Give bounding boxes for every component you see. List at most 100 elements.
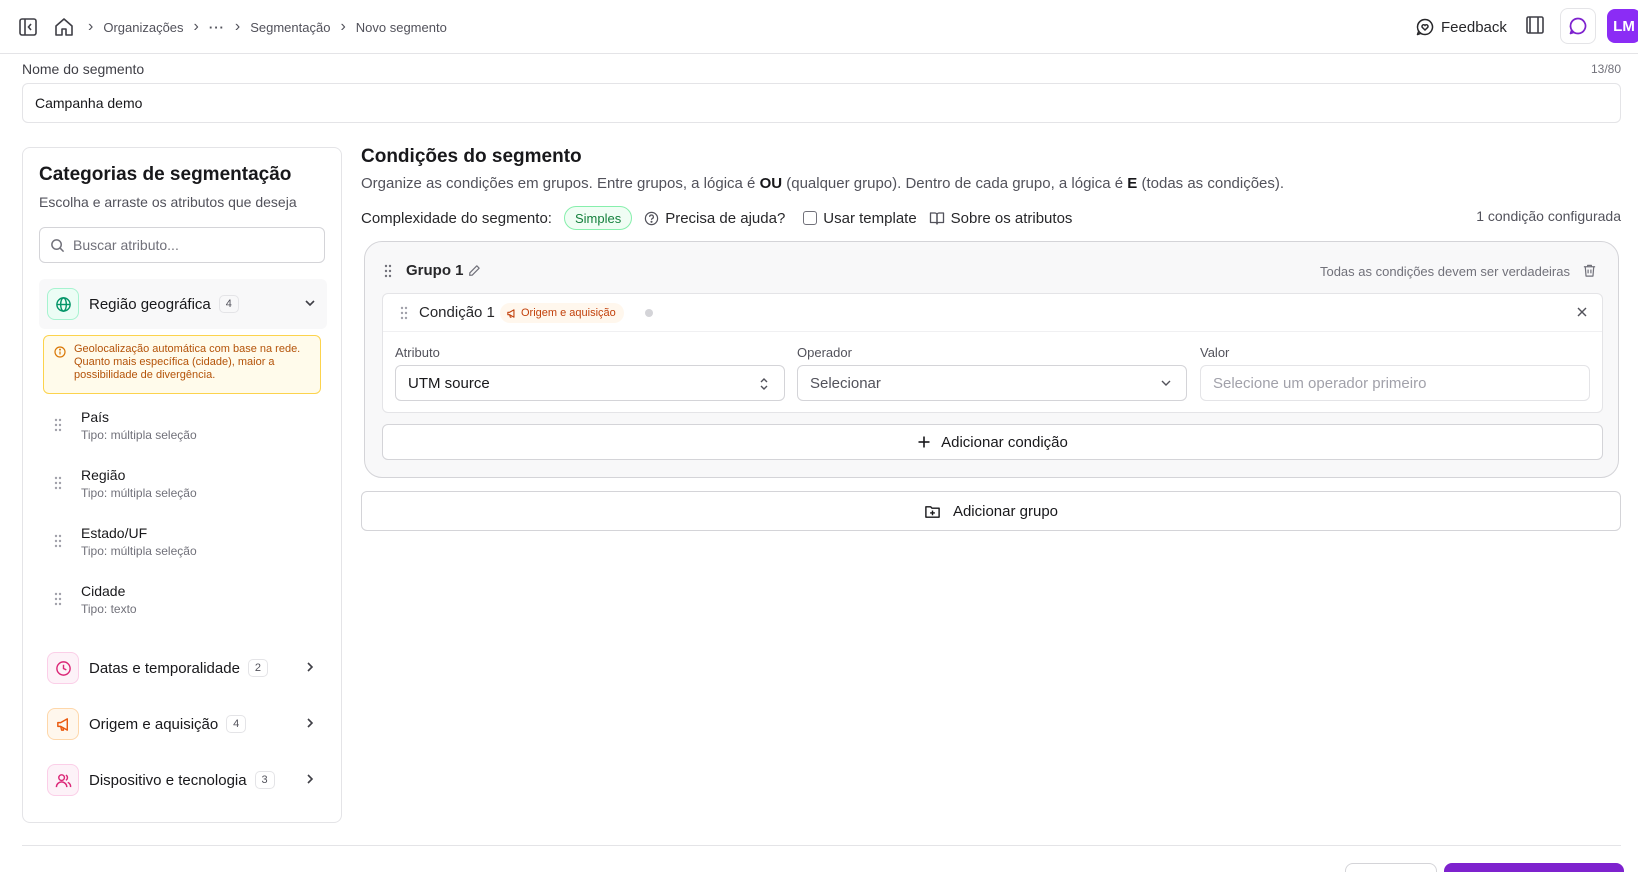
use-template-label: Usar template bbox=[823, 209, 917, 227]
feedback-label: Feedback bbox=[1441, 18, 1507, 36]
attribute-item-cidade[interactable]: Cidade Tipo: texto bbox=[53, 580, 303, 624]
attribute-name: País bbox=[81, 409, 110, 425]
segment-name-input[interactable] bbox=[22, 83, 1621, 123]
breadcrumb-novo-segmento: Novo segmento bbox=[355, 19, 447, 35]
feedback-button[interactable]: Feedback bbox=[1415, 14, 1507, 40]
top-bar: › Organizações › ··· › Segmentação › Nov… bbox=[0, 0, 1638, 54]
breadcrumb-organizacoes[interactable]: Organizações bbox=[103, 20, 183, 35]
value-field-label: Valor bbox=[1200, 345, 1230, 360]
help-label: Precisa de ajuda? bbox=[665, 209, 786, 227]
chevron-right-icon bbox=[307, 718, 314, 728]
about-attributes-label: Sobre os atributos bbox=[950, 209, 1073, 227]
attribute-name: Região bbox=[81, 467, 126, 483]
add-condition-label: Adicionar condição bbox=[941, 433, 1068, 451]
category-regiao-geografica[interactable]: Região geográfica 4 bbox=[39, 279, 327, 329]
segment-name-char-count: 13/80 bbox=[1590, 62, 1621, 76]
condition-card: Condição 1 Origem e aquisição Atributo U… bbox=[382, 293, 1603, 413]
drag-handle-icon[interactable] bbox=[53, 476, 63, 490]
add-condition-button[interactable]: Adicionar condição bbox=[382, 424, 1603, 460]
home-icon[interactable] bbox=[53, 16, 75, 38]
panel-toggle-icon[interactable] bbox=[1524, 14, 1550, 40]
avatar[interactable]: LM bbox=[1607, 9, 1638, 43]
categories-title: Categorias de segmentação bbox=[39, 164, 292, 185]
attribute-select[interactable]: UTM source bbox=[395, 365, 785, 401]
attribute-name: Cidade bbox=[81, 583, 126, 599]
info-icon bbox=[54, 346, 66, 358]
category-label: Região geográfica bbox=[89, 295, 211, 313]
segment-name-label: Nome do segmento bbox=[22, 61, 145, 77]
attribute-search[interactable] bbox=[39, 227, 325, 263]
help-link[interactable]: Precisa de ajuda? bbox=[644, 210, 785, 227]
condition-tag-label: Origem e aquisição bbox=[521, 307, 616, 319]
users-icon bbox=[47, 764, 79, 796]
about-attributes-link[interactable]: Sobre os atributos bbox=[929, 209, 1073, 227]
chat-button[interactable] bbox=[1560, 8, 1596, 44]
chevron-right-icon: › bbox=[234, 18, 241, 35]
group-title: Grupo 1 bbox=[406, 262, 464, 279]
chat-icon bbox=[1569, 17, 1587, 35]
condition-category-tag: Origem e aquisição bbox=[500, 303, 624, 323]
attribute-type: Tipo: múltipla seleção bbox=[81, 486, 197, 500]
clock-icon bbox=[47, 652, 79, 684]
category-dispositivo-tecnologia[interactable]: Dispositivo e tecnologia 3 bbox=[39, 755, 327, 805]
category-datas-temporalidade[interactable]: Datas e temporalidade 2 bbox=[39, 643, 327, 693]
chevrons-up-down-icon bbox=[760, 378, 768, 390]
attribute-type: Tipo: múltipla seleção bbox=[81, 544, 197, 558]
categories-panel: Categorias de segmentação Escolha e arra… bbox=[22, 147, 342, 823]
conditions-title: Condições do segmento bbox=[361, 146, 582, 167]
globe-icon bbox=[47, 288, 79, 320]
attribute-item-regiao[interactable]: Região Tipo: múltipla seleção bbox=[53, 464, 303, 508]
attribute-search-input[interactable] bbox=[73, 237, 313, 253]
book-open-icon bbox=[929, 212, 944, 225]
drag-handle-icon[interactable] bbox=[53, 418, 63, 432]
value-input[interactable]: Selecione um operador primeiro bbox=[1200, 365, 1590, 401]
pencil-icon[interactable] bbox=[468, 264, 481, 277]
drag-handle-icon[interactable] bbox=[383, 264, 393, 278]
drag-handle-icon[interactable] bbox=[53, 592, 63, 606]
attribute-item-estado[interactable]: Estado/UF Tipo: múltipla seleção bbox=[53, 522, 303, 566]
footer-primary-button[interactable] bbox=[1444, 863, 1624, 872]
category-origem-aquisicao[interactable]: Origem e aquisição 4 bbox=[39, 699, 327, 749]
help-circle-icon bbox=[645, 211, 659, 225]
operator-select-value: Selecionar bbox=[810, 374, 881, 392]
category-label: Origem e aquisição bbox=[89, 715, 219, 733]
complexity-badge: Simples bbox=[563, 206, 633, 230]
chevron-right-icon bbox=[307, 774, 314, 784]
close-icon[interactable] bbox=[1576, 306, 1588, 318]
breadcrumb-ellipsis[interactable]: ··· bbox=[209, 20, 225, 35]
condition-header: Condição 1 Origem e aquisição bbox=[383, 294, 1602, 332]
use-template-toggle[interactable]: Usar template bbox=[797, 209, 917, 227]
folder-plus-icon bbox=[925, 505, 940, 518]
conditions-count: 1 condição configurada bbox=[1476, 208, 1621, 224]
category-count: 2 bbox=[247, 659, 268, 677]
add-group-label: Adicionar grupo bbox=[952, 502, 1059, 520]
footer-divider bbox=[22, 845, 1621, 846]
chevron-right-icon: › bbox=[88, 18, 94, 35]
trash-icon[interactable] bbox=[1582, 263, 1597, 278]
chevron-right-icon: › bbox=[193, 18, 199, 35]
geolocation-note: Geolocalização automática com base na re… bbox=[43, 335, 321, 394]
message-heart-icon bbox=[1416, 18, 1434, 36]
category-count: 3 bbox=[254, 771, 275, 789]
drag-handle-icon[interactable] bbox=[399, 306, 409, 320]
complexity-row: Complexidade do segmento: Simples Precis… bbox=[361, 206, 1072, 230]
breadcrumb-segmentacao[interactable]: Segmentação bbox=[250, 20, 330, 35]
group-logic-note: Todas as condições devem ser verdadeiras bbox=[1319, 264, 1570, 279]
megaphone-icon bbox=[47, 708, 79, 740]
operator-select[interactable]: Selecionar bbox=[797, 365, 1187, 401]
status-dot bbox=[645, 309, 653, 317]
category-count: 4 bbox=[226, 715, 247, 733]
category-label: Datas e temporalidade bbox=[89, 659, 240, 677]
geolocation-note-text: Geolocalização automática com base na re… bbox=[74, 343, 301, 381]
footer-secondary-button[interactable] bbox=[1345, 863, 1437, 872]
use-template-checkbox[interactable] bbox=[803, 211, 818, 225]
attribute-item-pais[interactable]: País Tipo: múltipla seleção bbox=[53, 406, 303, 450]
add-group-button[interactable]: Adicionar grupo bbox=[361, 491, 1621, 531]
condition-group: Grupo 1 Todas as condições devem ser ver… bbox=[364, 241, 1619, 478]
drag-handle-icon[interactable] bbox=[53, 534, 63, 548]
attribute-field-label: Atributo bbox=[395, 345, 440, 360]
search-icon bbox=[51, 238, 65, 252]
condition-title: Condição 1 bbox=[419, 304, 495, 321]
attribute-name: Estado/UF bbox=[81, 525, 148, 541]
sidebar-toggle-icon[interactable] bbox=[18, 17, 38, 37]
